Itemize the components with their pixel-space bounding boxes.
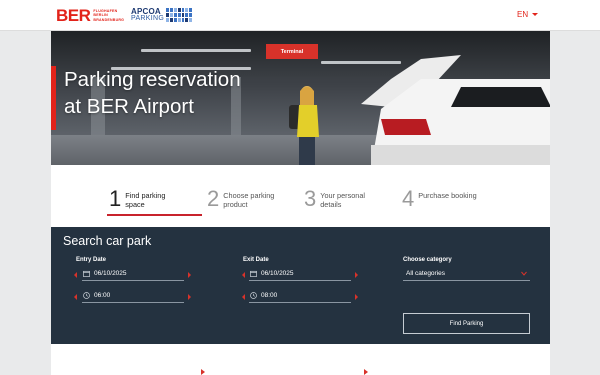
entry-date-prev-arrow-icon[interactable] bbox=[74, 272, 77, 278]
exit-time-input[interactable]: 08:00 bbox=[249, 289, 351, 303]
apcoa-logo[interactable]: APCOA PARKING bbox=[131, 7, 193, 22]
step-purchase[interactable]: 4 Purchase booking bbox=[402, 188, 478, 210]
arrow-right-icon bbox=[364, 369, 368, 375]
language-label: EN bbox=[517, 10, 529, 19]
step-label: Find parking space bbox=[125, 191, 166, 209]
step-number: 2 bbox=[207, 186, 220, 211]
step-label: Purchase booking bbox=[418, 191, 477, 200]
apcoa-logo-top: APCOA bbox=[131, 7, 161, 16]
step-choose-product[interactable]: 2 Choose parking product bbox=[207, 188, 283, 210]
apcoa-logo-grid-icon bbox=[166, 8, 193, 22]
suv-car bbox=[361, 55, 550, 165]
exit-date-input[interactable]: 06/10/2025 bbox=[249, 267, 351, 281]
entry-time-prev-arrow-icon[interactable] bbox=[74, 294, 77, 300]
step-label: Your personal details bbox=[320, 191, 366, 209]
step-label: Choose parking product bbox=[223, 191, 275, 209]
bottom-link-1[interactable] bbox=[111, 369, 205, 375]
clock-icon bbox=[250, 292, 257, 299]
booking-steps: 1 Find parking space 2 Choose parking pr… bbox=[51, 165, 550, 227]
step-number: 4 bbox=[402, 186, 415, 211]
entry-date-next-arrow-icon[interactable] bbox=[188, 272, 191, 278]
arrow-right-icon bbox=[201, 369, 205, 375]
language-selector[interactable]: EN bbox=[517, 10, 539, 19]
exit-date-label: Exit Date bbox=[243, 257, 269, 263]
headline-accent-bar bbox=[51, 66, 56, 130]
find-parking-button[interactable]: Find Parking bbox=[403, 313, 530, 334]
bottom-link-2[interactable] bbox=[309, 369, 368, 375]
step-number: 1 bbox=[109, 186, 122, 211]
chevron-down-icon bbox=[521, 271, 527, 276]
entry-time-input[interactable]: 06:00 bbox=[82, 289, 184, 303]
exit-time-prev-arrow-icon[interactable] bbox=[242, 294, 245, 300]
clock-icon bbox=[83, 292, 90, 299]
entry-time-next-arrow-icon[interactable] bbox=[188, 294, 191, 300]
traveler-figure bbox=[289, 86, 319, 165]
search-panel: Search car park Entry Date 06/10/2025 06… bbox=[51, 227, 550, 344]
ber-logo-subtitle: FLUGHAFEN BERLIN BRANDENBURG bbox=[93, 8, 125, 22]
ber-logo-mark: BER bbox=[56, 6, 91, 25]
exit-time-next-arrow-icon[interactable] bbox=[355, 294, 358, 300]
apcoa-logo-bottom: PARKING bbox=[131, 15, 165, 22]
bottom-section bbox=[51, 344, 550, 375]
category-select[interactable]: All categories bbox=[403, 267, 530, 281]
calendar-icon bbox=[83, 270, 90, 277]
page-title: Parking reservation at BER Airport bbox=[64, 68, 241, 118]
step-number: 3 bbox=[304, 186, 317, 211]
ceiling-light bbox=[141, 49, 251, 52]
top-header: BER FLUGHAFEN BERLIN BRANDENBURG APCOA P… bbox=[0, 0, 600, 31]
exit-date-prev-arrow-icon[interactable] bbox=[242, 272, 245, 278]
exit-date-next-arrow-icon[interactable] bbox=[355, 272, 358, 278]
hero-banner: Terminal Parking reservation at BER Airp… bbox=[51, 31, 550, 165]
calendar-icon bbox=[250, 270, 257, 277]
step-find-parking[interactable]: 1 Find parking space bbox=[109, 188, 185, 210]
search-title: Search car park bbox=[63, 234, 152, 248]
ber-logo[interactable]: BER FLUGHAFEN BERLIN BRANDENBURG bbox=[56, 7, 124, 24]
chevron-down-icon bbox=[532, 13, 539, 16]
entry-date-label: Entry Date bbox=[76, 257, 107, 263]
category-label: Choose category bbox=[403, 257, 452, 263]
active-step-indicator bbox=[107, 214, 202, 216]
terminal-sign: Terminal bbox=[266, 44, 318, 59]
step-personal-details[interactable]: 3 Your personal details bbox=[304, 188, 380, 210]
entry-date-input[interactable]: 06/10/2025 bbox=[82, 267, 184, 281]
